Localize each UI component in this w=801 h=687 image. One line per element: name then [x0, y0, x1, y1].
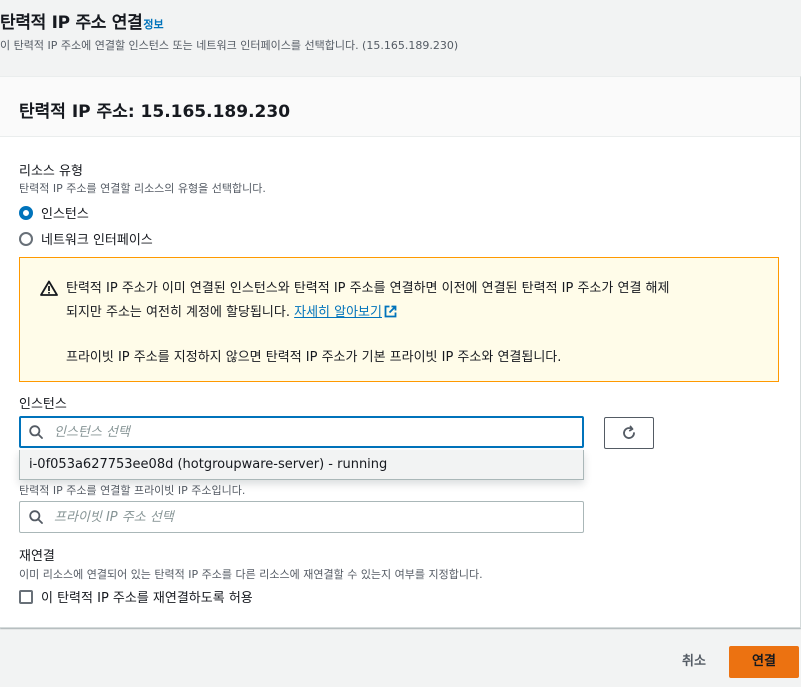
- learn-more-link[interactable]: 자세히 알아보기: [294, 305, 397, 320]
- warning-alert: 탄력적 IP 주소가 이미 연결된 인스턴스와 탄력적 IP 주소를 연결하면 …: [19, 257, 779, 382]
- radio-network-interface[interactable]: 네트워크 인터페이스: [19, 229, 153, 248]
- search-icon: [29, 510, 43, 524]
- radio-button[interactable]: [19, 231, 33, 246]
- reassociation-description: 이미 리소스에 연결되어 있는 탄력적 IP 주소를 다른 리소스에 재연결할 …: [19, 568, 483, 581]
- dropdown-option[interactable]: i-0f053a627753ee08d (hotgroupware-server…: [20, 450, 583, 479]
- warning-icon: [40, 280, 58, 296]
- radio-instance[interactable]: 인스턴스: [19, 203, 89, 222]
- radio-network-interface-label: 네트워크 인터페이스: [41, 233, 153, 248]
- panel-title: 탄력적 IP 주소: 15.165.189.230: [19, 102, 291, 122]
- private-ip-description: 탄력적 IP 주소를 연결할 프라이빗 IP 주소입니다.: [19, 484, 246, 497]
- associate-button[interactable]: 연결: [729, 646, 799, 678]
- alert-line-3: 프라이빗 IP 주소를 지정하지 않으면 탄력적 IP 주소가 기본 프라이빗 …: [66, 350, 562, 365]
- search-icon: [29, 425, 43, 439]
- page-title: 탄력적 IP 주소 연결: [0, 13, 143, 33]
- refresh-button[interactable]: [604, 417, 654, 449]
- radio-instance-label: 인스턴스: [41, 207, 89, 222]
- resource-type-description: 탄력적 IP 주소를 연결할 리소스의 유형을 선택합니다.: [19, 182, 266, 195]
- resource-type-label: 리소스 유형: [19, 164, 83, 179]
- instance-select[interactable]: [19, 416, 584, 448]
- associate-panel: 탄력적 IP 주소: 15.165.189.230 리소스 유형 탄력적 IP …: [0, 76, 801, 628]
- reassociation-checkbox-row[interactable]: 이 탄력적 IP 주소를 재연결하도록 허용: [19, 587, 253, 606]
- reassociation-checkbox-label: 이 탄력적 IP 주소를 재연결하도록 허용: [41, 591, 253, 606]
- cancel-button[interactable]: 취소: [666, 645, 722, 679]
- instance-search-input[interactable]: [54, 418, 574, 446]
- instance-label: 인스턴스: [19, 397, 67, 412]
- private-ip-search-input[interactable]: [54, 502, 574, 532]
- reassociation-checkbox[interactable]: [19, 589, 33, 604]
- external-link-icon: [384, 305, 397, 318]
- info-link[interactable]: 정보: [143, 16, 163, 32]
- title-row: 탄력적 IP 주소 연결 정보: [0, 8, 164, 33]
- instance-dropdown: i-0f053a627753ee08d (hotgroupware-server…: [19, 450, 584, 480]
- panel-header: 탄력적 IP 주소: 15.165.189.230: [0, 77, 800, 137]
- private-ip-select[interactable]: [19, 501, 584, 533]
- alert-line-2-text: 되지만 주소는 여전히 계정에 할당됩니다.: [66, 305, 290, 320]
- refresh-icon: [623, 425, 635, 439]
- alert-line-2: 되지만 주소는 여전히 계정에 할당됩니다. 자세히 알아보기: [66, 301, 397, 320]
- reassociation-label: 재연결: [19, 549, 55, 564]
- alert-line-1: 탄력적 IP 주소가 이미 연결된 인스턴스와 탄력적 IP 주소를 연결하면 …: [66, 281, 670, 296]
- radio-button-checked[interactable]: [19, 205, 33, 220]
- learn-more-link-label: 자세히 알아보기: [294, 305, 382, 320]
- page-description: 이 탄력적 IP 주소에 연결할 인스턴스 또는 네트워크 인터페이스를 선택합…: [0, 39, 459, 52]
